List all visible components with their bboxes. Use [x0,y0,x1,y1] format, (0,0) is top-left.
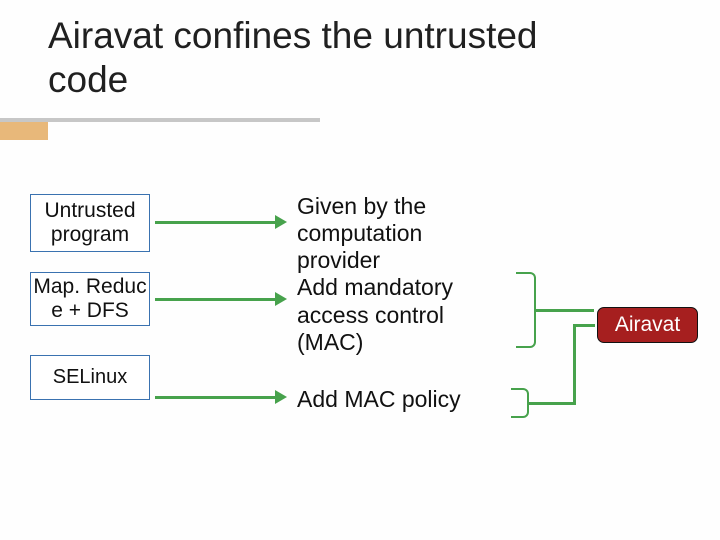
bracket-lower [511,388,529,418]
desc-mac-policy: Add MAC policy [297,386,517,413]
box-mapreduce-label: Map. Reduc e + DFS [31,275,149,323]
box-untrusted-label: Untrusted program [31,199,149,247]
connector-lower-h2 [573,324,595,327]
airavat-label: Airavat [615,313,680,337]
bracket-upper [516,272,536,348]
box-mapreduce-dfs: Map. Reduc e + DFS [30,272,150,326]
desc-given-mac-text: Given by the computation provider Add ma… [297,193,453,355]
connector-lower-h [529,402,575,405]
box-selinux-label: SELinux [53,366,128,389]
title-accent [0,122,48,140]
desc-mac-policy-text: Add MAC policy [297,386,461,412]
connector-lower-v [573,324,576,405]
slide-title: Airavat confines the untrusted code [48,14,628,101]
title-underline [0,118,320,122]
box-selinux: SELinux [30,355,150,400]
airavat-badge: Airavat [597,307,698,343]
connector-upper [536,309,594,312]
slide: Airavat confines the untrusted code Untr… [0,0,720,540]
box-untrusted-program: Untrusted program [30,194,150,252]
desc-given-mac: Given by the computation provider Add ma… [297,193,507,356]
